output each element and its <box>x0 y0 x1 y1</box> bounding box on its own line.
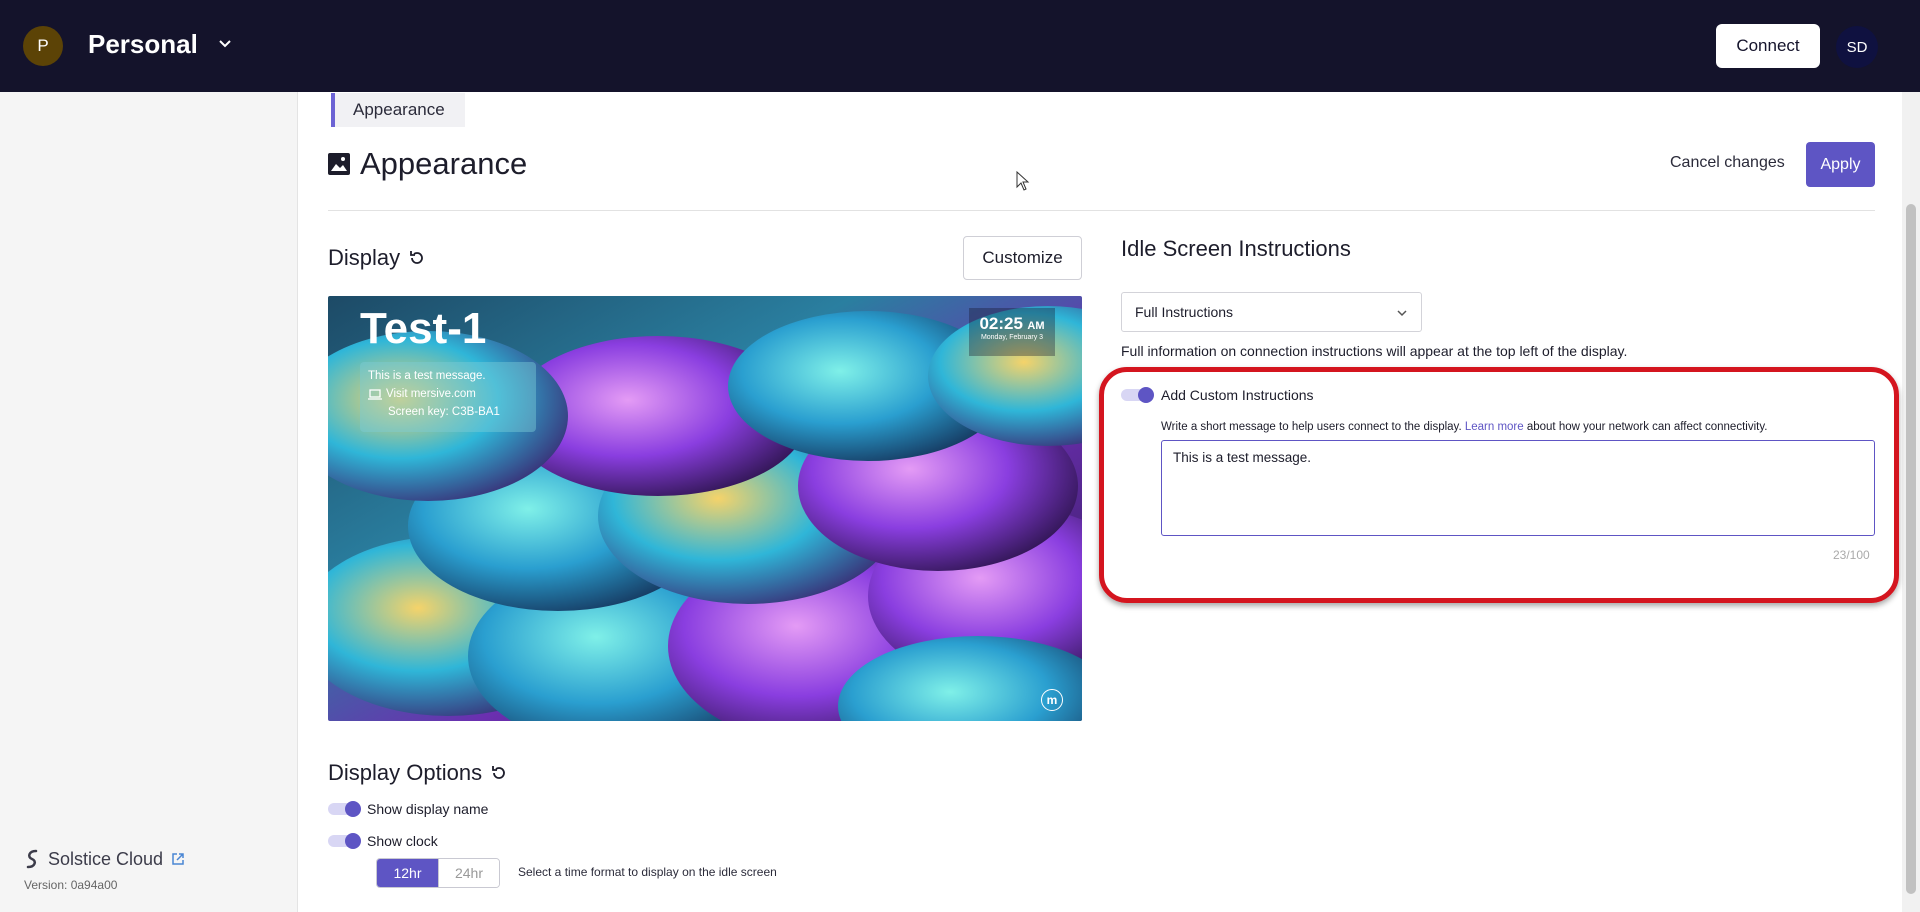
divider <box>328 210 1875 211</box>
image-icon <box>328 153 350 175</box>
display-options-title: Display Options <box>328 760 483 785</box>
show-clock-label: Show clock <box>367 833 438 849</box>
toggle-knob <box>1138 387 1154 403</box>
sidebar <box>0 92 298 912</box>
preview-clock-date: Monday, February 3 <box>980 334 1044 341</box>
laptop-icon <box>368 388 382 400</box>
org-avatar[interactable]: P <box>23 26 63 66</box>
preview-instructions-card: This is a test message. Visit mersive.co… <box>360 362 536 432</box>
display-section-title: Display <box>328 245 426 271</box>
chevron-down-icon[interactable] <box>216 34 234 52</box>
reset-icon[interactable] <box>408 249 426 267</box>
time-format-toggle: 12hr 24hr <box>376 858 500 888</box>
scrollbar[interactable] <box>1902 92 1920 912</box>
top-bar: P Personal Connect SD <box>0 0 1920 92</box>
chevron-down-icon <box>1397 310 1407 317</box>
version-text: Version: 0a94a00 <box>24 878 118 892</box>
page-title: Appearance <box>328 146 527 182</box>
time-format-12hr[interactable]: 12hr <box>377 859 438 887</box>
time-format-hint: Select a time format to display on the i… <box>518 865 777 879</box>
org-name[interactable]: Personal <box>88 29 198 60</box>
custom-instructions-label: Add Custom Instructions <box>1161 387 1314 403</box>
display-preview: Test-1 This is a test message. Visit mer… <box>328 296 1082 721</box>
idle-screen-title: Idle Screen Instructions <box>1121 236 1351 261</box>
custom-desc-before: Write a short message to help users conn… <box>1161 421 1465 433</box>
solstice-logo-icon <box>26 849 38 869</box>
custom-desc-after: about how your network can affect connec… <box>1523 421 1768 433</box>
preview-visit-row: Visit mersive.com <box>368 388 528 400</box>
preview-clock: 02:25 AM Monday, February 3 <box>969 308 1055 356</box>
toggle-knob <box>345 801 361 817</box>
reset-icon[interactable] <box>490 764 508 782</box>
instructions-description: Full information on connection instructi… <box>1121 343 1628 359</box>
preview-clock-time: 02:25 <box>979 314 1023 333</box>
scrollbar-thumb[interactable] <box>1906 204 1916 894</box>
page-title-text: Appearance <box>360 146 528 181</box>
instructions-select[interactable]: Full Instructions <box>1121 292 1422 332</box>
external-link-icon[interactable] <box>171 852 185 866</box>
display-title: Display <box>328 245 401 270</box>
instructions-select-value: Full Instructions <box>1135 304 1234 320</box>
custom-instructions-toggle[interactable] <box>1121 387 1155 403</box>
cancel-changes-button[interactable]: Cancel changes <box>1670 154 1785 172</box>
show-clock-toggle[interactable] <box>328 833 362 849</box>
custom-instructions-textarea[interactable]: This is a test message. <box>1161 440 1875 536</box>
display-options-section-title: Display Options <box>328 760 508 786</box>
brand[interactable]: Solstice Cloud <box>24 848 185 870</box>
toggle-knob <box>345 833 361 849</box>
custom-instructions-description: Write a short message to help users conn… <box>1161 421 1767 433</box>
mouse-cursor-icon <box>1016 171 1030 191</box>
preview-visit-text: Visit mersive.com <box>386 388 476 400</box>
time-format-24hr[interactable]: 24hr <box>438 859 499 887</box>
show-display-name-label: Show display name <box>367 801 489 817</box>
wallpaper-image <box>328 296 1082 721</box>
user-avatar[interactable]: SD <box>1836 26 1878 68</box>
learn-more-link[interactable]: Learn more <box>1465 421 1524 433</box>
character-counter: 23/100 <box>1833 548 1870 562</box>
brand-name: Solstice Cloud <box>48 848 164 869</box>
idle-screen-section-title: Idle Screen Instructions <box>1121 236 1351 262</box>
connect-button[interactable]: Connect <box>1716 24 1820 68</box>
preview-display-name: Test-1 <box>360 304 487 353</box>
preview-screen-key: Screen key: C3B-BA1 <box>388 406 500 418</box>
apply-button[interactable]: Apply <box>1806 142 1875 187</box>
mersive-logo-icon: m <box>1041 689 1063 711</box>
customize-button[interactable]: Customize <box>963 236 1082 280</box>
preview-clock-ampm: AM <box>1027 320 1045 332</box>
preview-message: This is a test message. <box>368 370 486 382</box>
breadcrumb[interactable]: Appearance <box>331 93 465 127</box>
show-display-name-toggle[interactable] <box>328 801 362 817</box>
